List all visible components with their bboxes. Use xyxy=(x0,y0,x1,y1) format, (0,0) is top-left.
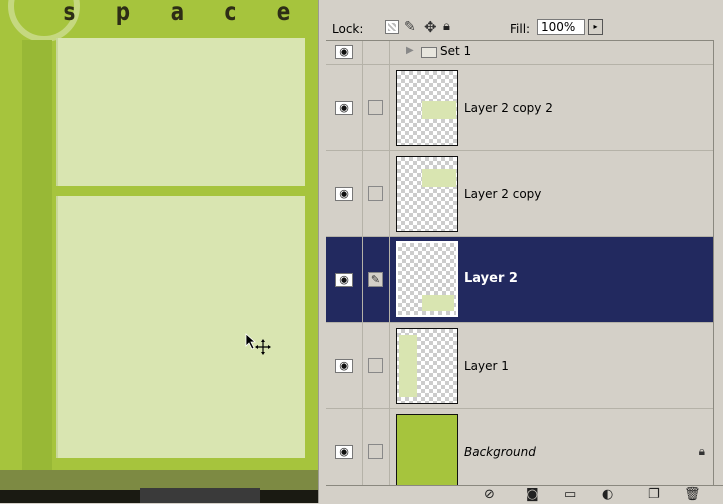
title-letter: s xyxy=(63,0,76,26)
visibility-cell: ◉ xyxy=(326,323,363,408)
layer-row[interactable]: ◉ Layer 2 copy xyxy=(326,151,713,237)
visibility-eye-icon[interactable]: ◉ xyxy=(335,445,353,459)
lock-label: Lock: xyxy=(332,22,364,36)
layers-scrollbar[interactable] xyxy=(713,40,723,485)
set-name: Set 1 xyxy=(440,44,472,58)
visibility-eye-icon[interactable]: ◉ xyxy=(335,187,353,201)
layer-row[interactable]: ◉ Layer 2 copy 2 xyxy=(326,65,713,151)
fill-slider-arrow-icon[interactable]: ▸ xyxy=(588,19,603,35)
new-set-icon[interactable]: ▭ xyxy=(564,487,576,503)
adjustment-layer-icon[interactable]: ◐ xyxy=(602,487,613,503)
title-letter: a xyxy=(170,0,185,26)
document-canvas[interactable]: s p a c e xyxy=(0,0,326,503)
layer-thumbnail xyxy=(396,328,458,404)
link-cell xyxy=(363,65,390,150)
left-notch xyxy=(0,400,22,436)
bottom-panel xyxy=(56,196,305,458)
fill-input[interactable]: 100% xyxy=(537,19,585,35)
brush-link-icon[interactable]: ✎ xyxy=(368,272,383,287)
link-toggle[interactable] xyxy=(368,100,383,115)
layer-row[interactable]: ◉ Background 🔒︎ xyxy=(326,409,713,486)
link-cell xyxy=(363,151,390,236)
top-panel xyxy=(56,38,305,186)
layers-panel: Lock: ✎ ✥ 🔒︎ Fill: 100% ▸ ◉ ▶ Set 1 ◉ La… xyxy=(326,0,723,504)
layer-name: Layer 1 xyxy=(464,359,509,373)
visibility-cell: ◉ xyxy=(326,409,363,486)
layer-row-selected[interactable]: ◉ ✎ Layer 2 xyxy=(326,237,713,323)
lock-all-icon[interactable]: 🔒︎ xyxy=(443,20,457,34)
add-mask-icon[interactable]: ◙ xyxy=(526,487,539,503)
visibility-eye-icon[interactable]: ◉ xyxy=(335,359,353,373)
link-toggle[interactable] xyxy=(368,444,383,459)
visibility-cell: ◉ xyxy=(326,41,363,64)
lock-image-brush-icon[interactable]: ✎ xyxy=(404,20,418,34)
left-notch xyxy=(0,60,22,96)
move-cursor-icon xyxy=(245,333,271,355)
layers-footer: ⊘ ◙ ▭ ◐ ❐ 🗑︎ xyxy=(326,485,723,504)
visibility-cell: ◉ xyxy=(326,237,363,322)
title-letter: p xyxy=(115,0,131,26)
link-cell xyxy=(363,409,390,486)
fill-label: Fill: xyxy=(510,22,531,36)
layer-lock-icon: 🔒︎ xyxy=(698,444,705,458)
layer-name: Background xyxy=(464,445,536,459)
layer-thumbnail xyxy=(396,156,458,232)
lock-transparent-icon[interactable] xyxy=(385,20,399,34)
layer-name: Layer 2 copy xyxy=(464,187,542,201)
layer-row[interactable]: ◉ Layer 1 xyxy=(326,323,713,409)
layer-name: Layer 2 xyxy=(464,271,518,286)
folder-icon xyxy=(421,47,437,58)
title-letter: e xyxy=(276,0,291,26)
link-toggle[interactable] xyxy=(368,186,383,201)
layer-name: Layer 2 copy 2 xyxy=(464,101,553,115)
visibility-cell: ◉ xyxy=(326,65,363,150)
space-title: s p a c e xyxy=(62,0,292,31)
canvas-tab xyxy=(140,488,260,503)
left-strip xyxy=(22,40,52,470)
layer-list: ◉ ▶ Set 1 ◉ Layer 2 copy 2 ◉ Layer 2 cop… xyxy=(326,40,713,486)
layer-thumbnail xyxy=(396,414,458,486)
expand-triangle-icon[interactable]: ▶ xyxy=(406,45,414,56)
visibility-cell: ◉ xyxy=(326,151,363,236)
link-toggle[interactable] xyxy=(368,358,383,373)
title-letter: c xyxy=(224,0,237,26)
left-notch xyxy=(0,250,22,286)
layer-style-icon[interactable]: ⊘ xyxy=(484,487,495,503)
new-layer-icon[interactable]: ❐ xyxy=(648,487,660,503)
visibility-eye-icon[interactable]: ◉ xyxy=(335,101,353,115)
layer-thumbnail xyxy=(396,241,458,317)
link-cell xyxy=(363,41,390,64)
layer-options-row: Lock: ✎ ✥ 🔒︎ Fill: 100% ▸ xyxy=(326,0,723,40)
layer-set-row[interactable]: ◉ ▶ Set 1 xyxy=(326,41,713,65)
canvas-artwork: s p a c e xyxy=(0,0,318,470)
layer-thumbnail xyxy=(396,70,458,146)
visibility-eye-icon[interactable]: ◉ xyxy=(335,45,353,59)
link-cell: ✎ xyxy=(363,237,390,322)
lock-position-move-icon[interactable]: ✥ xyxy=(424,20,438,35)
canvas-bottom-edge xyxy=(0,470,326,503)
link-cell xyxy=(363,323,390,408)
trash-icon[interactable]: 🗑︎ xyxy=(684,487,701,503)
visibility-eye-icon[interactable]: ◉ xyxy=(335,273,353,287)
